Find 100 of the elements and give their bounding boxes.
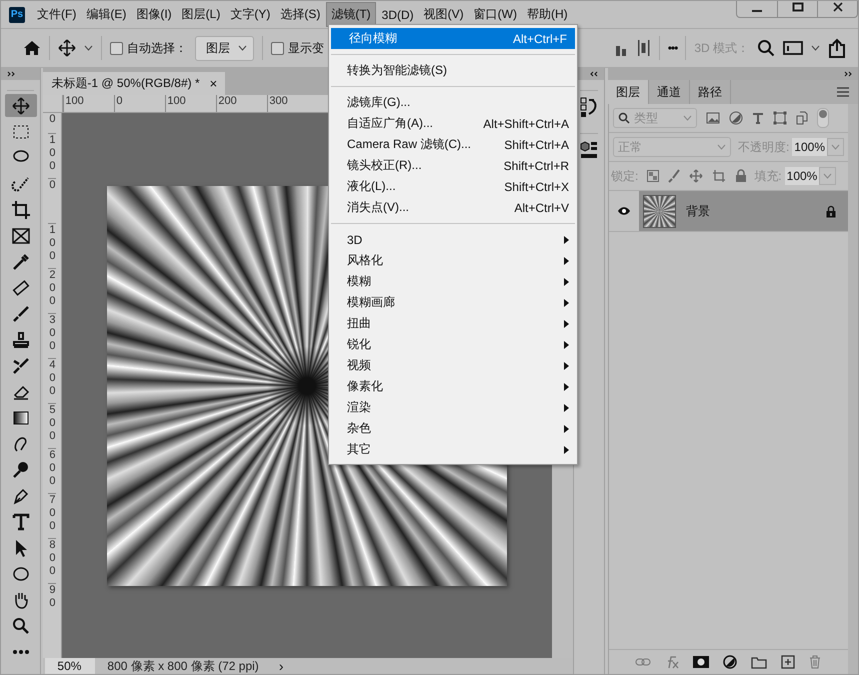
menu-item[interactable]: 模糊 [329, 271, 577, 292]
submenu-arrow-icon [564, 340, 569, 348]
shortcut-label: Alt+Ctrl+F [512, 32, 567, 46]
shortcut-label: Shift+Ctrl+X [504, 180, 569, 194]
menu-item[interactable]: 编辑(E) [82, 3, 130, 26]
ruler-label: 90 [48, 583, 56, 628]
chevron-down-icon[interactable] [811, 45, 820, 51]
minimize-icon [752, 10, 762, 12]
menu-item[interactable]: 转换为智能滤镜(S) [329, 60, 577, 81]
menu-item[interactable]: 径向模糊 Alt+Ctrl+F [331, 28, 575, 49]
lock-label: 锁定: [610, 168, 638, 184]
shortcut-label: Alt+Shift+Ctrl+A [483, 116, 569, 130]
menu-item[interactable]: 渲染 [329, 397, 577, 418]
menu-item[interactable]: 窗口(W) [470, 3, 521, 26]
menu-item-label: 径向模糊 [349, 30, 398, 47]
menu-item-label: 像素化 [347, 378, 384, 395]
submenu-arrow-icon [564, 278, 569, 286]
ruler-label: 300 [48, 313, 56, 358]
menu-item[interactable]: 其它 [329, 439, 577, 460]
chevron-down-icon[interactable] [84, 45, 93, 51]
menu-item[interactable]: 图像(I) [132, 3, 176, 26]
search-icon[interactable] [757, 39, 775, 57]
move-icon[interactable] [4, 94, 37, 117]
menu-item[interactable]: 帮助(H) [522, 3, 572, 26]
status-arrow-button[interactable]: › [278, 658, 284, 674]
menu-item[interactable]: 文字(Y) [226, 3, 274, 26]
shape-icon[interactable] [772, 111, 787, 125]
menu-item[interactable]: 选择(S) [276, 3, 324, 26]
half-circle-icon[interactable] [728, 111, 743, 125]
menu-item[interactable]: 视频 [329, 355, 577, 376]
menu-item[interactable]: 液化(L)... Shift+Ctrl+X [329, 176, 577, 197]
image-icon[interactable] [706, 112, 720, 124]
document-tab[interactable]: 未标题-1 @ 50%(RGB/8#) * × [43, 72, 226, 95]
ruler-label: 0 [114, 95, 166, 112]
expand-icon[interactable] [844, 71, 852, 77]
submenu-arrow-icon [564, 404, 569, 412]
move-icon[interactable] [58, 39, 76, 57]
layer-row[interactable]: 背景 [638, 191, 848, 231]
share-icon[interactable] [828, 38, 846, 58]
home-icon[interactable] [23, 40, 41, 56]
menu-item[interactable]: 自适应广角(A)... Alt+Shift+Ctrl+A [329, 113, 577, 134]
lock-icon[interactable] [735, 169, 748, 183]
adjustment-icon[interactable] [723, 655, 738, 669]
menu-item[interactable]: 滤镜库(G)... [329, 92, 577, 113]
show-transform-checkbox[interactable] [271, 42, 284, 54]
more-options-button[interactable]: ••• [668, 41, 678, 55]
ruler-label: 700 [48, 493, 56, 538]
ruler-label: 0 [48, 113, 56, 127]
3d-panel-icon[interactable] [579, 140, 600, 160]
menu-item[interactable]: 扭曲 [329, 313, 577, 334]
menu-item[interactable]: 文件(F) [33, 3, 80, 26]
menu-item[interactable]: Camera Raw 滤镜(C)... Shift+Ctrl+A [329, 134, 577, 155]
menu-item[interactable]: 像素化 [329, 376, 577, 397]
folder-icon[interactable] [751, 656, 768, 668]
new-layer-icon[interactable] [781, 655, 796, 669]
menu-item[interactable]: 模糊画廊 [329, 292, 577, 313]
menu-item[interactable]: 风格化 [329, 250, 577, 271]
layer-dropdown[interactable]: 图层 [195, 36, 254, 60]
panel-tab[interactable]: 通道 [648, 80, 690, 104]
distribute-icon[interactable] [636, 39, 651, 57]
shortcut-label: Shift+Ctrl+A [504, 138, 569, 152]
menu-item[interactable]: 杂色 [329, 418, 577, 439]
menu-item[interactable]: 消失点(V)... Alt+Ctrl+V [329, 197, 577, 218]
submenu-arrow-icon [564, 236, 569, 244]
opacity-field[interactable]: 100% [792, 138, 827, 156]
ruler-label: 200 [216, 95, 268, 112]
menu-item[interactable]: 图层(L) [178, 3, 224, 26]
menu-item[interactable]: 锐化 [329, 334, 577, 355]
ruler-label: 300 [267, 95, 318, 112]
menu-item[interactable]: 视图(V) [420, 3, 468, 26]
menu-item-label: 扭曲 [347, 315, 372, 332]
checker-icon[interactable] [647, 170, 660, 182]
show-transform-label: 显示变 [288, 40, 324, 56]
submenu-arrow-icon [564, 446, 569, 454]
menu-item-label: 消失点(V)... [347, 199, 410, 216]
panel-tab[interactable]: 图层 [608, 80, 649, 104]
menu-item[interactable]: 3D [329, 229, 577, 250]
collapse-icon[interactable] [590, 71, 598, 77]
zoom-level[interactable]: 50% [45, 658, 96, 674]
ruler-label: 100 [48, 133, 56, 178]
auto-select-checkbox[interactable] [110, 42, 123, 54]
menu-item[interactable]: 镜头校正(R)... Shift+Ctrl+R [329, 155, 577, 176]
close-tab-button[interactable]: × [210, 76, 218, 91]
fill-field[interactable]: 100% [784, 167, 820, 185]
panel-tab[interactable]: 路径 [690, 80, 731, 104]
smart-object-icon[interactable] [796, 111, 808, 125]
filter-toggle[interactable] [816, 108, 829, 128]
fill-label: 填充: [754, 168, 782, 184]
menu-item-label: 渲染 [347, 399, 372, 416]
menu-item-label: 转换为智能滤镜(S) [347, 62, 448, 79]
menu-item[interactable]: 3D(D) [378, 4, 418, 24]
menu-icon[interactable] [836, 87, 850, 97]
lock-icon[interactable] [826, 204, 836, 218]
ruler-label: 100 [165, 95, 216, 112]
history-panel-icon[interactable] [580, 97, 598, 117]
submenu-arrow-icon [564, 298, 569, 306]
expand-icon[interactable] [7, 71, 15, 77]
layer-thumbnail [642, 194, 676, 228]
workspace-icon[interactable] [783, 40, 803, 56]
mask-icon[interactable] [693, 656, 710, 668]
